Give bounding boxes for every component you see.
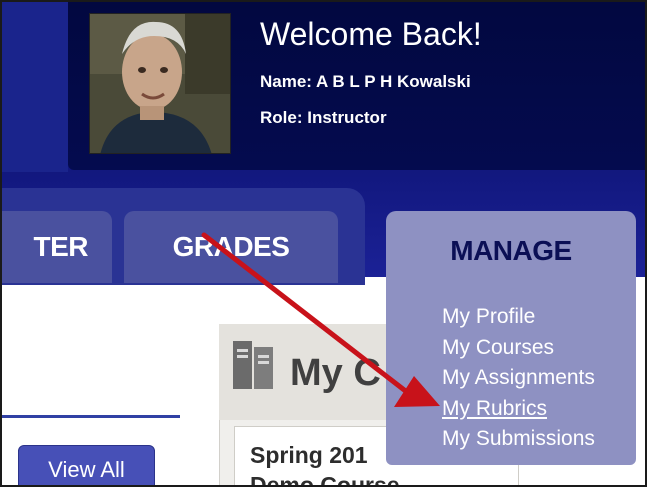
course-name[interactable]: Demo Course <box>250 472 400 485</box>
tab-grades[interactable]: GRADES <box>124 211 338 283</box>
menu-item-my-profile[interactable]: My Profile <box>442 302 595 333</box>
header-left-strip <box>2 2 68 172</box>
avatar <box>89 13 231 154</box>
screenshot-frame: Welcome Back! Name: A B L P H Kowalski R… <box>0 0 647 487</box>
menu-item-my-assignments[interactable]: My Assignments <box>442 363 595 394</box>
manage-menu: My Profile My Courses My Assignments My … <box>442 302 595 455</box>
tab-manage[interactable]: MANAGE <box>386 211 636 291</box>
user-role: Role: Instructor <box>260 108 387 127</box>
menu-item-my-rubrics[interactable]: My Rubrics <box>442 394 595 425</box>
view-all-button[interactable]: View All <box>18 445 155 485</box>
welcome-title: Welcome Back! <box>260 16 482 52</box>
user-name: Name: A B L P H Kowalski <box>260 72 471 91</box>
menu-item-my-submissions[interactable]: My Submissions <box>442 424 595 455</box>
tab-center-label: TER <box>33 231 89 262</box>
books-icon <box>233 341 273 389</box>
tab-manage-label: MANAGE <box>450 235 572 266</box>
menu-item-my-courses[interactable]: My Courses <box>442 333 595 364</box>
course-term: Spring 201 <box>250 442 368 468</box>
tab-grades-label: GRADES <box>172 231 290 262</box>
my-courses-title: My C <box>290 352 381 394</box>
tab-center[interactable]: TER <box>2 211 112 283</box>
content-divider <box>2 415 180 418</box>
